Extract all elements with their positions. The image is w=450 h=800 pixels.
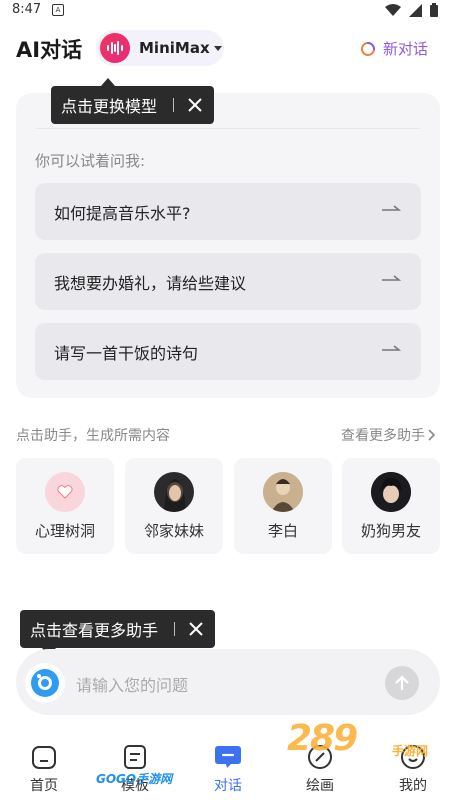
heart-icon <box>45 472 85 512</box>
assistant-name: 李白 <box>267 522 298 540</box>
arrow-right-icon <box>382 345 401 351</box>
assistant-card[interactable]: 心理树洞 <box>16 458 114 554</box>
wifi-icon <box>385 3 401 16</box>
arrow-right-icon <box>382 275 401 281</box>
suggestion-item[interactable]: 请写一首干饭的诗句 <box>35 323 421 380</box>
arrow-right-icon <box>382 205 401 211</box>
assistant-bot-button[interactable] <box>25 663 65 703</box>
assistant-card[interactable]: 奶狗男友 <box>342 458 440 554</box>
divider <box>36 128 420 129</box>
close-icon[interactable] <box>189 622 203 636</box>
nav-label: 绘画 <box>306 778 334 794</box>
chat-input[interactable]: 请输入您的问题 <box>76 672 188 696</box>
tooltip-text: 点击更换模型 <box>61 97 158 116</box>
girl-portrait-avatar <box>154 472 194 512</box>
battery-icon <box>430 3 438 17</box>
minimax-logo-icon <box>100 33 130 63</box>
new-chat-label: 新对话 <box>382 40 428 58</box>
nav-label: 我的 <box>399 778 427 794</box>
more-assistants-label: 查看更多助手 <box>341 428 425 444</box>
suggestion-text: 请写一首干饭的诗句 <box>54 344 199 363</box>
notification-icon: A <box>52 4 64 16</box>
new-chat-button[interactable]: 新对话 <box>359 38 428 59</box>
home-icon <box>30 743 58 771</box>
page-title: AI对话 <box>16 38 83 62</box>
suggestion-item[interactable]: 如何提高音乐水平? <box>35 183 421 240</box>
chat-input-bar: 请输入您的问题 <box>16 649 440 715</box>
tooltip-arrow <box>101 78 115 86</box>
poet-portrait-avatar <box>263 472 303 512</box>
more-assistants-tooltip: 点击查看更多助手 <box>20 610 216 656</box>
bot-icon <box>31 669 59 697</box>
assistant-name: 心理树洞 <box>34 522 95 540</box>
assistant-name: 邻家妹妹 <box>143 522 204 540</box>
close-icon[interactable] <box>188 98 202 112</box>
refresh-icon <box>361 41 375 56</box>
watermark-logo: GOGO手游网 <box>96 772 173 786</box>
template-icon <box>121 743 149 771</box>
nav-item-chat[interactable]: 对话 <box>198 743 258 795</box>
nav-label: 对话 <box>214 778 242 794</box>
boy-portrait-avatar <box>371 472 411 512</box>
status-icons <box>385 3 438 17</box>
bottom-nav: 首页 模板 对话 绘画 我的 <box>0 733 450 800</box>
arrow-up-icon <box>395 675 409 690</box>
tooltip-text: 点击查看更多助手 <box>30 621 159 640</box>
switch-model-tooltip: 点击更换模型 <box>51 78 215 124</box>
tooltip-separator <box>173 98 175 112</box>
nav-item-home[interactable]: 首页 <box>14 743 74 795</box>
status-time: 8:47 <box>12 2 42 17</box>
assistant-name: 奶狗男友 <box>360 522 421 540</box>
assistant-hint: 点击助手，生成所需内容 <box>16 428 170 444</box>
suggestion-text: 我想要办婚礼，请给些建议 <box>54 274 247 293</box>
signal-icon <box>409 3 422 17</box>
suggestion-text: 如何提高音乐水平? <box>54 204 191 223</box>
assistant-card[interactable]: 李白 <box>234 458 332 554</box>
send-button[interactable] <box>385 666 419 700</box>
tooltip-separator <box>174 622 176 636</box>
model-selector[interactable]: MiniMax <box>96 30 224 66</box>
status-bar: 8:47 A <box>0 0 450 22</box>
nav-item-template[interactable]: 模板 <box>105 743 165 795</box>
watermark-logo: 手游网 <box>392 744 429 758</box>
suggestion-item[interactable]: 我想要办婚礼，请给些建议 <box>35 253 421 310</box>
model-name: MiniMax <box>139 39 210 57</box>
suggestion-prompt: 你可以试着问我: <box>35 152 146 170</box>
chat-icon <box>214 743 242 771</box>
assistant-card[interactable]: 邻家妹妹 <box>125 458 223 554</box>
more-assistants-link[interactable]: 查看更多助手 <box>341 425 436 445</box>
caret-down-icon <box>213 45 222 51</box>
nav-label: 首页 <box>30 778 58 794</box>
watermark-logo: 289 <box>287 718 358 759</box>
chevron-right-icon <box>428 429 436 441</box>
